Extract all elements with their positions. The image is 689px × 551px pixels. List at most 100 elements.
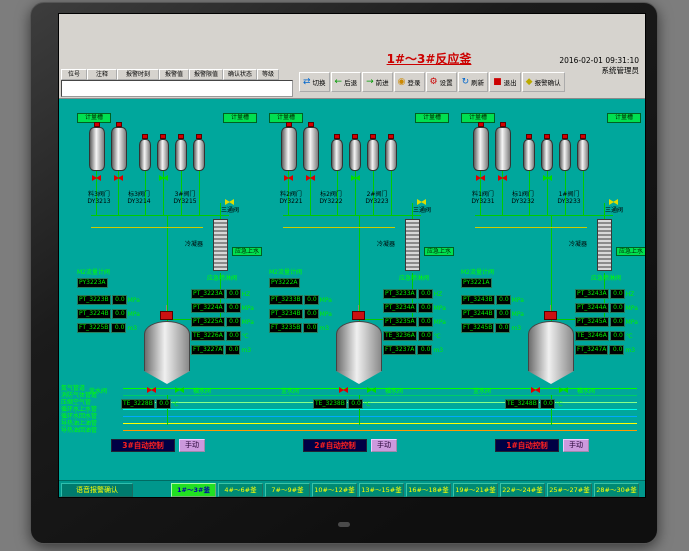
emergency-water-label: 应急上水: [616, 247, 646, 256]
toolbar-refresh-button[interactable]: ↻刷新: [458, 72, 489, 92]
valve-label: 标2阀门DY3222: [311, 191, 351, 205]
tank-valve-icon[interactable]: [92, 175, 101, 181]
toolbar-back-button[interactable]: ←后退: [331, 72, 362, 92]
instrument-value: 0.0: [112, 295, 127, 305]
pipe: [475, 227, 587, 228]
reactor-page-button[interactable]: 22#～24#釜: [500, 483, 545, 497]
toolbar-forward-button[interactable]: →前进: [362, 72, 393, 92]
pipe: [91, 227, 203, 228]
reactor-page-button[interactable]: 25#～27#釜: [547, 483, 592, 497]
flow-valve-tag: PY3223A: [77, 278, 108, 288]
reactor-valve-icon[interactable]: [339, 387, 348, 393]
instrument-value: 0.0: [226, 289, 241, 299]
tank-valve-icon[interactable]: [114, 175, 123, 181]
instrument-tag: TE_3238B: [313, 399, 347, 409]
flow-valve-tag: PY3222A: [269, 278, 300, 288]
reactor-page-button[interactable]: 4#～6#釜: [218, 483, 263, 497]
instrument-unit: MPa: [626, 305, 638, 312]
reactor-cone: [336, 371, 382, 384]
alarm-column-header[interactable]: 报警值: [159, 69, 189, 80]
toolbar-login-button[interactable]: ◉登录: [394, 72, 425, 92]
valve-label: 1#阀门DY3233: [549, 191, 589, 205]
auto-control-button[interactable]: 2#自动控制: [303, 439, 367, 452]
instrument-readout: PT_3225A0.0MPa: [191, 317, 254, 327]
reactor-valve-icon[interactable]: [175, 387, 184, 393]
reactor-valve-icon[interactable]: [147, 387, 156, 393]
toolbar-button-label: 后退: [344, 77, 357, 87]
instrument-value: 0.0: [226, 317, 241, 327]
instrument-readout: TE_3226A0.0℃: [191, 331, 249, 341]
reactor-page-button[interactable]: 13#～15#釜: [359, 483, 404, 497]
reactor-page-button[interactable]: 19#～21#釜: [453, 483, 498, 497]
instrument-readout: TE_3246A0.0℃: [575, 331, 633, 341]
reactor-page-button[interactable]: 10#～12#釜: [312, 483, 357, 497]
back-icon: ←: [335, 78, 343, 87]
tank-valve-icon[interactable]: [306, 175, 315, 181]
valve-label: 料3阀门DY3213: [79, 191, 119, 205]
monitor-logo: [338, 522, 350, 527]
emergency-valve-label: 应急喷淋阀: [207, 275, 237, 282]
instrument-value: 0.0: [609, 345, 624, 355]
toolbar-settings-button[interactable]: ⚙设置: [426, 72, 457, 92]
tank-valve-icon[interactable]: [543, 175, 552, 181]
instrument-readout: FT_3227A0.0m3: [191, 345, 251, 355]
alarm-column-header[interactable]: 确认状态: [223, 69, 257, 80]
toolbar-exit-button[interactable]: ■退出: [489, 72, 521, 92]
reactor-group-3#: 计量槽计量槽料3阀门DY3213标3阀门DY32143#阀门DY3215三通阀冷…: [75, 99, 260, 471]
manual-button[interactable]: 手动: [179, 439, 205, 452]
emergency-valve-label: 应急喷淋阀: [399, 275, 429, 282]
instrument-value: 0.0: [304, 295, 319, 305]
instrument-value: 0.0: [496, 295, 511, 305]
page-title: 1#～3#反应釜: [349, 50, 509, 67]
instrument-unit: MPa: [242, 319, 254, 326]
instrument-unit: m3: [433, 347, 443, 354]
metering-tank: [175, 139, 187, 171]
instrument-unit: ℃: [242, 333, 249, 340]
alarm-column-header[interactable]: 注释: [87, 69, 117, 80]
instrument-unit: m3: [241, 347, 251, 354]
voice-alarm-ack-button[interactable]: 语音报警确认: [61, 483, 133, 497]
three-way-valve-icon[interactable]: [609, 199, 618, 205]
reactor-valve-icon[interactable]: [559, 387, 568, 393]
reactor-page-button[interactable]: 1#～3#釜: [171, 483, 216, 497]
manual-button[interactable]: 手动: [371, 439, 397, 452]
instrument-value: 0.0: [540, 399, 555, 409]
reactor-page-button[interactable]: 7#～9#釜: [265, 483, 310, 497]
exit-icon: ■: [493, 78, 502, 87]
alarm-column-header[interactable]: 位号: [61, 69, 87, 80]
toolbar-button-label: 前进: [376, 77, 389, 87]
alarm-column-header[interactable]: 报警限值: [189, 69, 223, 80]
reactor-valve-icon[interactable]: [367, 387, 376, 393]
auto-control-button[interactable]: 1#自动控制: [495, 439, 559, 452]
metering-tank: [331, 139, 343, 171]
reactor-page-button[interactable]: 16#～18#釜: [406, 483, 451, 497]
auto-control-button[interactable]: 3#自动控制: [111, 439, 175, 452]
valve-label: 2#阀门DY3223: [357, 191, 397, 205]
three-way-valve-icon[interactable]: [225, 199, 234, 205]
tank-label: 计量槽: [415, 113, 449, 123]
login-icon: ◉: [398, 78, 406, 87]
alarm-list[interactable]: [61, 80, 293, 97]
toolbar-switch-button[interactable]: ⇄切换: [299, 72, 330, 92]
tank-valve-icon[interactable]: [498, 175, 507, 181]
tank-valve-icon[interactable]: [351, 175, 360, 181]
instrument-readout: PT_3244B0.0MPa: [461, 309, 524, 319]
manual-button[interactable]: 手动: [563, 439, 589, 452]
tank-valve-icon[interactable]: [476, 175, 485, 181]
instrument-unit: ℃: [172, 401, 179, 408]
alarm-column-header[interactable]: 等级: [257, 69, 279, 80]
reactor-valve-icon[interactable]: [531, 387, 540, 393]
pipe: [91, 215, 229, 216]
reactor-cone: [528, 371, 574, 384]
alarm-column-header[interactable]: 报警时刻: [117, 69, 159, 80]
tank-valve-icon[interactable]: [284, 175, 293, 181]
instrument-unit: MPa: [320, 297, 332, 304]
pipe: [283, 227, 395, 228]
condenser: [405, 219, 420, 271]
tank-valve-icon[interactable]: [159, 175, 168, 181]
instrument-unit: MPa: [128, 297, 140, 304]
three-way-valve-icon[interactable]: [417, 199, 426, 205]
reactor-page-button[interactable]: 28#～30#釜: [594, 483, 639, 497]
reactor-group-1#: 计量槽计量槽料1阀门DY3231标1阀门DY32321#阀门DY3233三通阀冷…: [459, 99, 644, 471]
three-way-valve-label: 三通阀: [413, 207, 449, 214]
